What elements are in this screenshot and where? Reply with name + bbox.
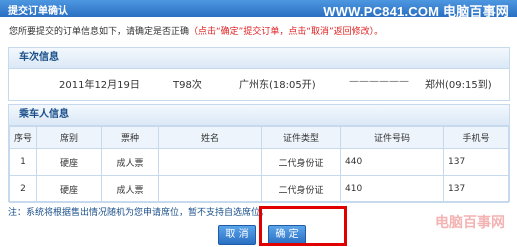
notice-hint: （点击“确定”提交订单，点击“取消”返回修改）。 bbox=[189, 27, 384, 37]
train-info-header: 车次信息 bbox=[9, 48, 509, 69]
title-bar: 提交订单确认 WWW.PC841.COM 电脑百事网 bbox=[0, 0, 517, 19]
train-departure: 广州东(18:05开) bbox=[239, 80, 316, 91]
col-header: 票种 bbox=[101, 126, 159, 149]
col-header: 证件号码 bbox=[340, 126, 444, 149]
passenger-info-section: 乘车人信息 序号 席别 票种 姓名 证件类型 证件号码 手机号 1 硬座 成人票… bbox=[8, 104, 510, 203]
corner-logo: 电脑百事网 bbox=[435, 214, 505, 230]
seat-note: 注：系统将根据售出情况随机为您申请席位，暂不支持自选席位。 bbox=[8, 208, 270, 218]
table-row: 2 硬座 成人票 二代身份证 410 137 bbox=[9, 175, 509, 203]
train-number: T98次 bbox=[173, 80, 202, 91]
notice-prefix: 您所要提交的订单信息如下，请确定是否正确 bbox=[9, 27, 190, 37]
col-header: 序号 bbox=[9, 126, 37, 149]
train-date: 2011年12月19日 bbox=[59, 80, 140, 91]
cell-ticket-type: 成人票 bbox=[101, 175, 159, 203]
dialog-title: 提交订单确认 bbox=[8, 6, 68, 17]
highlight-box bbox=[259, 206, 347, 246]
cell-id-number: 440 bbox=[340, 148, 444, 176]
table-row: 1 硬座 成人票 二代身份证 440 137 bbox=[9, 148, 509, 176]
train-info-section: 车次信息 2011年12月19日 T98次 广州东(18:05开) ——————… bbox=[8, 47, 510, 101]
watermark: WWW.PC841.COM 电脑百事网 bbox=[323, 4, 509, 19]
passenger-table: 序号 席别 票种 姓名 证件类型 证件号码 手机号 1 硬座 成人票 二代身份证… bbox=[9, 126, 509, 203]
train-arrival: 郑州(09:15到) bbox=[425, 80, 492, 91]
cell-id-type: 二代身份证 bbox=[261, 175, 341, 203]
passenger-info-header: 乘车人信息 bbox=[9, 105, 509, 126]
col-header: 姓名 bbox=[158, 126, 262, 149]
col-header: 席别 bbox=[36, 126, 102, 149]
cell-phone: 137 bbox=[443, 175, 509, 203]
cell-id-type: 二代身份证 bbox=[261, 148, 341, 176]
col-header: 证件类型 bbox=[261, 126, 341, 149]
cell-name bbox=[158, 175, 262, 203]
notice-text: 您所要提交的订单信息如下，请确定是否正确（点击“确定”提交订单，点击“取消”返回… bbox=[9, 24, 383, 37]
cell-seat: 硬座 bbox=[36, 148, 102, 176]
cell-id-number: 410 bbox=[340, 175, 444, 203]
cell-index: 2 bbox=[9, 175, 37, 203]
table-header-row: 序号 席别 票种 姓名 证件类型 证件号码 手机号 bbox=[9, 126, 509, 149]
cancel-button[interactable]: 取 消 bbox=[218, 225, 256, 245]
cell-seat: 硬座 bbox=[36, 175, 102, 203]
cell-name bbox=[158, 148, 262, 176]
train-arrow: —————— bbox=[349, 76, 409, 87]
cell-index: 1 bbox=[9, 148, 37, 176]
col-header: 手机号 bbox=[443, 126, 509, 149]
cell-phone: 137 bbox=[443, 148, 509, 176]
cell-ticket-type: 成人票 bbox=[101, 148, 159, 176]
